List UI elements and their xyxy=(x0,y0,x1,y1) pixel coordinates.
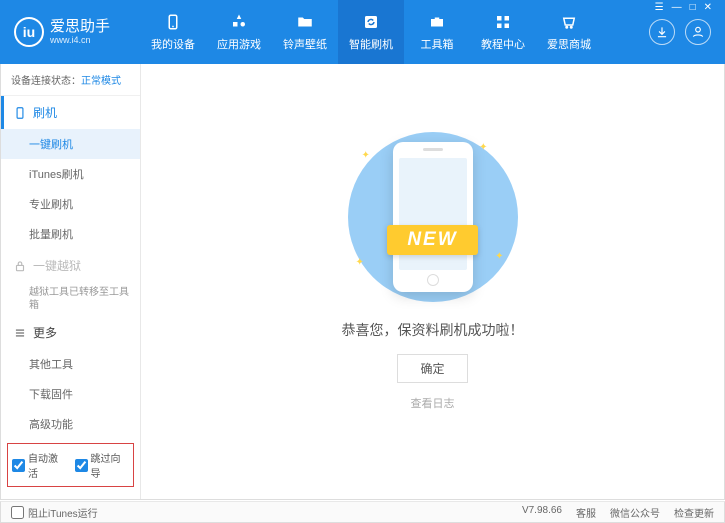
nav-toolbox[interactable]: 工具箱 xyxy=(404,0,470,64)
app-name: 爱思助手 xyxy=(50,19,110,36)
header: iu 爱思助手 www.i4.cn 我的设备 应用游戏 铃声壁纸 智能刷机 工具… xyxy=(0,0,725,64)
device-name: iPhone 12 mini xyxy=(11,497,130,499)
footer: 阻止iTunes运行 V7.98.66 客服 微信公众号 检查更新 xyxy=(0,501,725,523)
sidebar-item-advanced[interactable]: 高级功能 xyxy=(1,409,140,439)
nav-tutorials[interactable]: 教程中心 xyxy=(470,0,536,64)
sidebar: 设备连接状态：正常模式 刷机 一键刷机 iTunes刷机 专业刷机 批量刷机 一… xyxy=(1,64,141,499)
check-update-link[interactable]: 检查更新 xyxy=(674,505,714,520)
sidebar-item-itunes-flash[interactable]: iTunes刷机 xyxy=(1,159,140,189)
cart-icon xyxy=(559,12,579,32)
close-icon[interactable]: ✕ xyxy=(701,2,715,13)
nav-ringtones[interactable]: 铃声壁纸 xyxy=(272,0,338,64)
auto-activate-checkbox[interactable]: 自动激活 xyxy=(12,450,67,480)
sidebar-item-batch-flash[interactable]: 批量刷机 xyxy=(1,219,140,249)
sidebar-item-other-tools[interactable]: 其他工具 xyxy=(1,349,140,379)
toolbox-icon xyxy=(427,12,447,32)
section-jailbreak: 一键越狱 xyxy=(1,249,140,282)
nav-my-device[interactable]: 我的设备 xyxy=(140,0,206,64)
apps-icon xyxy=(229,12,249,32)
version-label: V7.98.66 xyxy=(522,505,562,520)
nav-apps[interactable]: 应用游戏 xyxy=(206,0,272,64)
section-more[interactable]: 更多 xyxy=(1,316,140,349)
logo: iu 爱思助手 www.i4.cn xyxy=(0,17,140,47)
success-illustration: ✦✦✦✦ NEW xyxy=(348,132,518,302)
ok-button[interactable]: 确定 xyxy=(397,354,467,383)
sidebar-item-oneclick-flash[interactable]: 一键刷机 xyxy=(1,129,140,159)
main-content: ✦✦✦✦ NEW 恭喜您，保资料刷机成功啦！ 确定 查看日志 xyxy=(141,64,724,499)
folder-icon xyxy=(295,12,315,32)
nav-store[interactable]: 爱思商城 xyxy=(536,0,602,64)
grid-icon xyxy=(493,12,513,32)
header-actions xyxy=(635,19,725,45)
main-nav: 我的设备 应用游戏 铃声壁纸 智能刷机 工具箱 教程中心 爱思商城 xyxy=(140,0,635,64)
lock-icon xyxy=(13,259,27,273)
skip-guide-checkbox[interactable]: 跳过向导 xyxy=(75,450,130,480)
minimize-icon[interactable]: — xyxy=(669,2,685,13)
maximize-icon[interactable]: □ xyxy=(687,2,699,13)
sidebar-item-download-firmware[interactable]: 下载固件 xyxy=(1,379,140,409)
device-card[interactable]: iPhone 12 mini 64GB Down-12mini-13,1 xyxy=(1,491,140,499)
phone-icon xyxy=(163,12,183,32)
connection-status: 设备连接状态：正常模式 xyxy=(1,64,140,96)
list-icon xyxy=(13,326,27,340)
view-log-link[interactable]: 查看日志 xyxy=(411,395,455,411)
logo-icon: iu xyxy=(14,17,44,47)
device-icon xyxy=(11,497,21,499)
menu-icon[interactable]: ☰ xyxy=(652,2,667,13)
window-controls: ☰ — □ ✕ xyxy=(648,0,719,15)
download-button[interactable] xyxy=(649,19,675,45)
user-button[interactable] xyxy=(685,19,711,45)
block-itunes-checkbox[interactable]: 阻止iTunes运行 xyxy=(11,505,98,520)
success-message: 恭喜您，保资料刷机成功啦！ xyxy=(342,320,524,340)
flash-options: 自动激活 跳过向导 xyxy=(7,443,134,487)
sidebar-item-pro-flash[interactable]: 专业刷机 xyxy=(1,189,140,219)
flash-icon xyxy=(13,106,27,120)
wechat-link[interactable]: 微信公众号 xyxy=(610,505,660,520)
customer-service-link[interactable]: 客服 xyxy=(576,505,596,520)
refresh-icon xyxy=(361,12,381,32)
app-site: www.i4.cn xyxy=(50,35,110,45)
section-flash[interactable]: 刷机 xyxy=(1,96,140,129)
new-ribbon: NEW xyxy=(387,225,477,255)
nav-flash[interactable]: 智能刷机 xyxy=(338,0,404,64)
jailbreak-note: 越狱工具已转移至工具箱 xyxy=(29,286,130,312)
